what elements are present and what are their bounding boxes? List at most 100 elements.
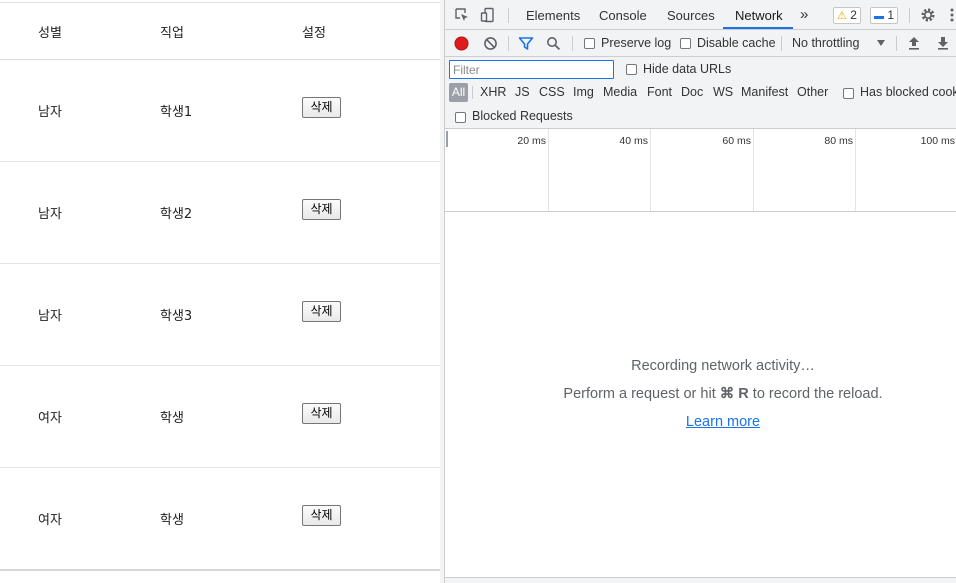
toolbar-separator (572, 36, 573, 51)
toolbar-separator (781, 36, 782, 51)
job-cell: 학생 (160, 513, 184, 528)
tick-line (548, 129, 549, 211)
disable-cache-label: Disable cache (697, 36, 776, 50)
more-tabs-icon[interactable]: » (800, 6, 808, 23)
tab-network[interactable]: Network (735, 8, 783, 23)
gender-cell: 여자 (38, 513, 62, 528)
gender-cell: 여자 (38, 411, 62, 426)
warning-icon: ⚠ (837, 10, 847, 22)
active-tab-indicator (723, 27, 793, 29)
hide-data-urls-checkbox[interactable] (626, 64, 637, 75)
network-filter-bar: Hide data URLs All XHR JS CSS Img Media … (445, 57, 956, 129)
delete-button[interactable]: 삭제 (302, 403, 341, 424)
more-options-icon[interactable] (950, 8, 954, 22)
type-filter-font[interactable]: Font (647, 85, 672, 99)
throttling-select[interactable]: No throttling (792, 36, 859, 50)
clear-icon[interactable] (483, 36, 498, 51)
header-job: 직업 (160, 26, 184, 41)
table-row: 남자 학생3 삭제 (0, 264, 444, 366)
network-toolbar: Preserve log Disable cache No throttling (445, 30, 956, 57)
devtools-panel: Elements Console Sources Network » ⚠ 2 ▬… (444, 0, 956, 583)
type-separator (472, 86, 473, 99)
inspect-element-icon[interactable] (454, 7, 470, 23)
filter-icon[interactable] (518, 36, 534, 51)
tick-line (855, 129, 856, 211)
preserve-log-checkbox[interactable] (584, 38, 595, 49)
job-cell: 학생2 (160, 207, 193, 222)
import-har-icon[interactable] (908, 36, 920, 50)
disable-cache-checkbox[interactable] (680, 38, 691, 49)
tick-line (650, 129, 651, 211)
table-row: 남자 학생1 삭제 (0, 60, 444, 162)
type-filter-ws[interactable]: WS (713, 85, 733, 99)
devtools-tab-bar: Elements Console Sources Network » ⚠ 2 ▬… (445, 0, 956, 30)
message-icon: ▬ (874, 11, 884, 22)
gender-cell: 남자 (38, 105, 62, 120)
timeline-start-marker (446, 131, 448, 147)
type-filter-img[interactable]: Img (573, 85, 594, 99)
has-blocked-cookies-checkbox[interactable] (843, 88, 854, 99)
settings-gear-icon[interactable] (920, 7, 936, 23)
delete-button[interactable]: 삭제 (302, 97, 341, 118)
learn-more-link[interactable]: Learn more (686, 414, 760, 430)
devtools-bottom-border (445, 577, 956, 583)
dropdown-arrow-icon[interactable] (877, 40, 885, 46)
tab-sources[interactable]: Sources (667, 8, 715, 23)
tick-label: 60 ms (722, 135, 751, 147)
type-filter-manifest[interactable]: Manifest (741, 85, 788, 99)
delete-button[interactable]: 삭제 (302, 505, 341, 526)
type-filter-doc[interactable]: Doc (681, 85, 703, 99)
device-toolbar-icon[interactable] (480, 7, 496, 23)
preserve-log-label: Preserve log (601, 36, 672, 50)
type-filter-js[interactable]: JS (515, 85, 530, 99)
type-filter-media[interactable]: Media (603, 85, 637, 99)
tab-elements[interactable]: Elements (526, 8, 580, 23)
table-row: 남자 학생2 삭제 (0, 162, 444, 264)
job-cell: 학생3 (160, 309, 193, 324)
blocked-requests-label: Blocked Requests (472, 109, 573, 123)
warnings-count: 2 (850, 8, 857, 22)
gender-cell: 남자 (38, 207, 62, 222)
messages-badge[interactable]: ▬ 1 (870, 7, 899, 24)
type-filter-other[interactable]: Other (797, 85, 828, 99)
hide-data-urls-label: Hide data URLs (643, 62, 732, 76)
record-icon[interactable] (454, 36, 469, 51)
reload-hint-suffix: to record the reload. (752, 386, 883, 402)
toolbar-separator (508, 36, 509, 51)
reload-shortcut: ⌘ R (719, 386, 749, 402)
toolbar-separator (896, 36, 897, 51)
search-icon[interactable] (546, 36, 561, 51)
table-row: 여자 학생 삭제 (0, 366, 444, 468)
tick-line (753, 129, 754, 211)
reload-hint-prefix: Perform a request or hit (563, 386, 716, 402)
horizontal-scrollbar[interactable] (0, 569, 444, 571)
header-gender: 성별 (38, 26, 62, 41)
warnings-badge[interactable]: ⚠ 2 (833, 7, 861, 24)
job-cell: 학생 (160, 411, 184, 426)
tab-console[interactable]: Console (599, 8, 647, 23)
network-empty-state: Recording network activity… Perform a re… (445, 212, 956, 577)
gender-cell: 남자 (38, 309, 62, 324)
learn-more-container: Learn more (445, 414, 956, 430)
job-cell: 학생1 (160, 105, 193, 120)
blocked-requests-checkbox[interactable] (455, 112, 466, 123)
web-page: 성별 직업 설정 남자 학생1 삭제 남자 학생2 삭제 남자 학생3 삭제 여… (0, 0, 444, 583)
delete-button[interactable]: 삭제 (302, 199, 341, 220)
tick-label: 100 ms (920, 135, 955, 147)
recording-message: Recording network activity… (631, 358, 815, 374)
type-filter-xhr[interactable]: XHR (480, 85, 506, 99)
has-blocked-cookies-label: Has blocked cookies (860, 85, 956, 99)
tick-label: 40 ms (619, 135, 648, 147)
filter-input[interactable] (449, 60, 614, 79)
tick-label: 20 ms (517, 135, 546, 147)
network-overview-timeline[interactable]: 20 ms 40 ms 60 ms 80 ms 100 ms (445, 129, 956, 212)
type-filter-css[interactable]: CSS (539, 85, 565, 99)
reload-hint: Perform a request or hit ⌘ R to record t… (445, 386, 956, 402)
type-filter-all[interactable]: All (449, 83, 468, 102)
messages-count: 1 (887, 8, 895, 22)
tab-separator (508, 8, 509, 23)
export-har-icon[interactable] (937, 36, 949, 50)
table-header-row: 성별 직업 설정 (0, 3, 444, 60)
delete-button[interactable]: 삭제 (302, 301, 341, 322)
tab-separator (909, 8, 910, 23)
